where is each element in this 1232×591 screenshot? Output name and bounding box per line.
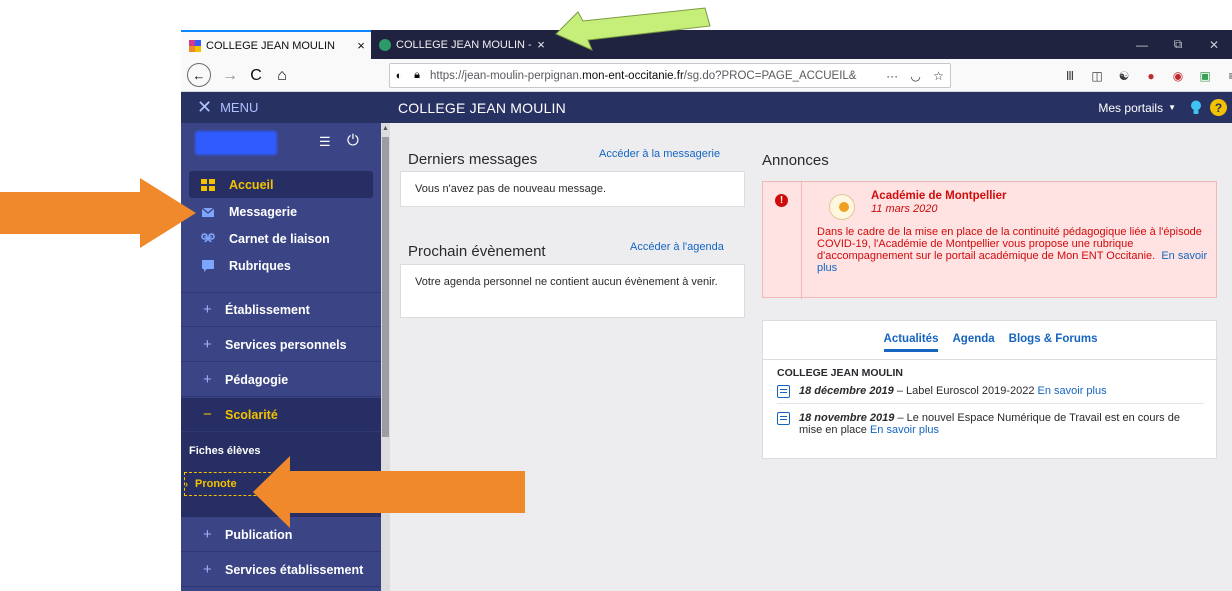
screenshot-stage: COLLEGE JEAN MOULIN × COLLEGE JEAN MOULI… bbox=[0, 0, 1232, 591]
green-arrow-icon bbox=[555, 7, 711, 51]
orange-arrow-messagerie-icon bbox=[0, 178, 196, 248]
orange-arrow-pronote-icon bbox=[253, 456, 525, 528]
annotation-arrows bbox=[0, 7, 711, 528]
